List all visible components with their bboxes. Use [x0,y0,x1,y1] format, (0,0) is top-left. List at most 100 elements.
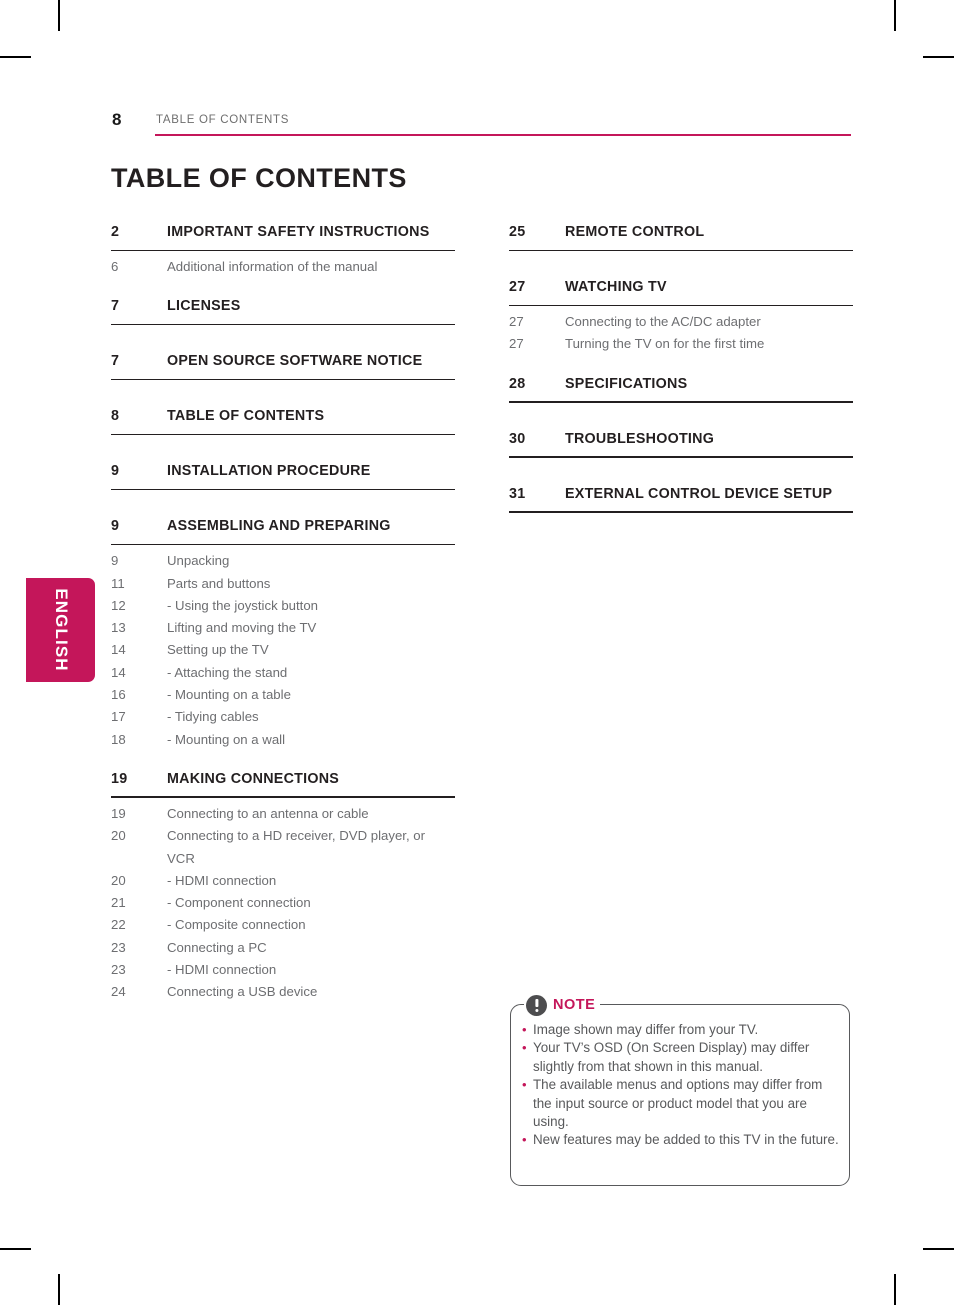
toc-section-heading[interactable]: 25 REMOTE CONTROL [509,222,853,244]
toc-section-heading[interactable]: 27 WATCHING TV [509,277,853,299]
crop-mark-bottom-right-vertical [894,1274,896,1305]
toc-section-label: REMOTE CONTROL [565,224,705,240]
toc-entry-label: - Mounting on a table [167,687,291,703]
toc-entry-list: 6 Additional information of the manual [111,251,455,278]
toc-entry-label: - Attaching the stand [167,664,288,680]
toc-entry[interactable]: 16 - Mounting on a table [111,684,455,706]
crop-mark-bottom-left-vertical [58,1274,60,1305]
toc-section-label: OPEN SOURCE SOFTWARE NOTICE [167,353,423,370]
toc-entry-page: 14 [111,642,126,658]
toc-entry[interactable]: 20 - HDMI connection [111,870,455,892]
toc-entry[interactable]: 23 - HDMI connection [111,959,455,981]
toc-entry-label: Unpacking [167,553,230,569]
toc-entry-label: - HDMI connection [167,962,277,978]
toc-entry[interactable]: 24 Connecting a USB device [111,981,455,1003]
toc-group: 9 INSTALLATION PROCEDURE [111,461,455,516]
note-item: • The available menus and options may dif… [522,1076,840,1131]
toc-entry[interactable]: 23 Connecting a PC [111,937,455,959]
toc-entry-label: - HDMI connection [167,872,277,888]
toc-entry-label: Setting up the TV [167,642,269,658]
toc-entry-page: 23 [111,962,126,978]
toc-entry-page: 6 [111,259,119,274]
toc-entry[interactable]: 27 Connecting to the AC/DC adapter [509,311,853,333]
toc-entry[interactable]: 21 - Component connection [111,892,455,914]
toc-entry-page: 12 [111,597,126,613]
toc-entry-page: 20 [111,872,126,888]
toc-section-page: 28 [509,375,526,392]
toc-spacer [509,458,853,484]
toc-entry[interactable]: 27 Turning the TV on for the first time [509,333,853,355]
toc-column-left: 2 IMPORTANT SAFETY INSTRUCTIONS 6 Additiona… [111,222,455,1022]
toc-entry[interactable]: 18 - Mounting on a wall [111,729,455,751]
note-item-list: • Image shown may differ from your TV. • Yo… [522,1021,840,1150]
toc-entry-page: 23 [111,939,126,955]
toc-section-heading[interactable]: 9 ASSEMBLING AND PREPARING [111,516,455,538]
toc-entry-page: 16 [111,687,126,703]
toc-group: 7 OPEN SOURCE SOFTWARE NOTICE [111,351,455,406]
toc-spacer [111,435,455,461]
toc-section-heading[interactable]: 9 INSTALLATION PROCEDURE [111,461,455,483]
crop-mark-top-right-vertical [894,0,896,31]
toc-entry[interactable]: 17 - Tidying cables [111,706,455,728]
toc-section-label: TABLE OF CONTENTS [167,408,325,425]
toc-entry-page: 20 [111,828,126,844]
toc-entry-label: - Composite connection [167,917,306,933]
crop-mark-top-left-vertical [58,0,60,31]
toc-section-heading[interactable]: 2 IMPORTANT SAFETY INSTRUCTIONS [111,222,455,244]
toc-entry-list: 19 Connecting to an antenna or cable 20 Con… [111,798,455,1004]
toc-section-heading[interactable]: 31 EXTERNAL CONTROL DEVICE SETUP [509,484,853,506]
toc-entry-label: Lifting and moving the TV [167,620,317,636]
toc-section-heading[interactable]: 19 MAKING CONNECTIONS [111,769,455,791]
toc-entry-page: 22 [111,917,126,933]
toc-entry-label: Turning the TV on for the first time [565,336,765,352]
toc-section-page: 2 [111,224,120,240]
toc-entry[interactable]: 6 Additional information of the manual [111,256,455,278]
crop-mark-top-left-horizontal [0,56,31,58]
toc-section-label: WATCHING TV [565,279,667,295]
toc-section-page: 7 [111,298,120,315]
toc-entry[interactable]: 19 Connecting to an antenna or cable [111,803,455,825]
toc-section-page: 30 [509,430,526,447]
toc-entry[interactable]: 12 - Using the joystick button [111,595,455,617]
language-side-tab-label: ENGLISH [51,588,71,672]
toc-section-heading[interactable]: 30 TROUBLESHOOTING [509,429,853,451]
toc-entry[interactable]: 11 Parts and buttons [111,573,455,595]
toc-section-heading[interactable]: 8 TABLE OF CONTENTS [111,406,455,428]
toc-section-page: 31 [509,485,526,502]
toc-entry-page: 9 [111,553,119,569]
header-accent-rule [155,134,851,136]
note-title: NOTE [553,996,596,1013]
toc-section-heading[interactable]: 7 OPEN SOURCE SOFTWARE NOTICE [111,351,455,373]
toc-section-heading[interactable]: 7 LICENSES [111,296,455,318]
toc-entry[interactable]: 20 Connecting to a HD receiver, DVD playe… [111,825,455,870]
toc-spacer [509,403,853,429]
toc-group: 2 IMPORTANT SAFETY INSTRUCTIONS 6 Additiona… [111,222,455,296]
toc-group: 28 SPECIFICATIONS [509,374,853,429]
toc-entry[interactable]: 14 - Attaching the stand [111,662,455,684]
exclamation-circle-icon [526,994,547,1016]
toc-entry-label: Connecting a USB device [167,984,318,1000]
toc-entry[interactable]: 9 Unpacking [111,550,455,572]
toc-section-label: INSTALLATION PROCEDURE [167,463,371,480]
page-title: TABLE OF CONTENTS [111,163,407,193]
toc-entry[interactable]: 13 Lifting and moving the TV [111,617,455,639]
toc-entry[interactable]: 14 Setting up the TV [111,639,455,661]
toc-entry-page: 14 [111,664,126,680]
bullet-icon: • [522,1040,527,1056]
toc-entry-page: 27 [509,336,524,352]
toc-section-label: IMPORTANT SAFETY INSTRUCTIONS [167,224,430,240]
toc-entry-page: 27 [509,314,524,329]
toc-entry[interactable]: 22 - Composite connection [111,914,455,936]
toc-spacer [509,356,853,374]
toc-spacer [111,325,455,351]
toc-entry-page: 17 [111,709,126,725]
toc-entry-label: Connecting to an antenna or cable [167,805,369,821]
toc-entry-label: - Tidying cables [167,709,259,725]
toc-group: 27 WATCHING TV 27 Connecting to the AC/DC a… [509,277,853,374]
toc-section-label: ASSEMBLING AND PREPARING [167,518,391,535]
toc-section-heading[interactable]: 28 SPECIFICATIONS [509,374,853,396]
toc-entry-page: 21 [111,895,126,911]
note-item-text: Your TV’s OSD (On Screen Display) may di… [533,1040,810,1074]
language-side-tab: ENGLISH [26,578,95,682]
toc-section-page: 25 [509,224,526,240]
